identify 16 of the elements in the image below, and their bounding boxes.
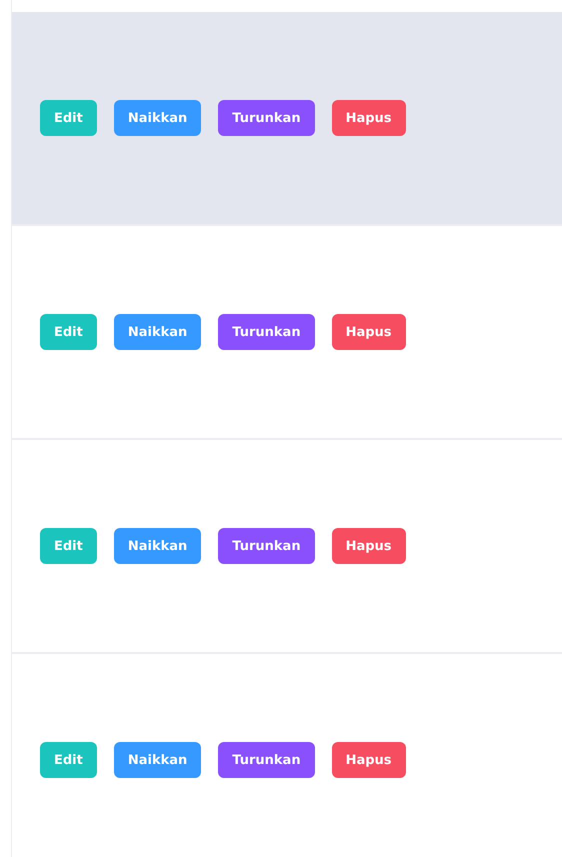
- move-down-button[interactable]: Turunkan: [218, 100, 315, 136]
- delete-button[interactable]: Hapus: [332, 100, 406, 136]
- edit-button[interactable]: Edit: [40, 100, 97, 136]
- edit-button[interactable]: Edit: [40, 742, 97, 778]
- delete-button[interactable]: Hapus: [332, 528, 406, 564]
- move-up-button[interactable]: Naikkan: [114, 528, 202, 564]
- move-up-button[interactable]: Naikkan: [114, 742, 202, 778]
- move-down-button[interactable]: Turunkan: [218, 528, 315, 564]
- move-up-button[interactable]: Naikkan: [114, 100, 202, 136]
- delete-button[interactable]: Hapus: [332, 314, 406, 350]
- move-up-button[interactable]: Naikkan: [114, 314, 202, 350]
- edit-button[interactable]: Edit: [40, 314, 97, 350]
- move-down-button[interactable]: Turunkan: [218, 314, 315, 350]
- move-down-button[interactable]: Turunkan: [218, 742, 315, 778]
- delete-button[interactable]: Hapus: [332, 742, 406, 778]
- edit-button[interactable]: Edit: [40, 528, 97, 564]
